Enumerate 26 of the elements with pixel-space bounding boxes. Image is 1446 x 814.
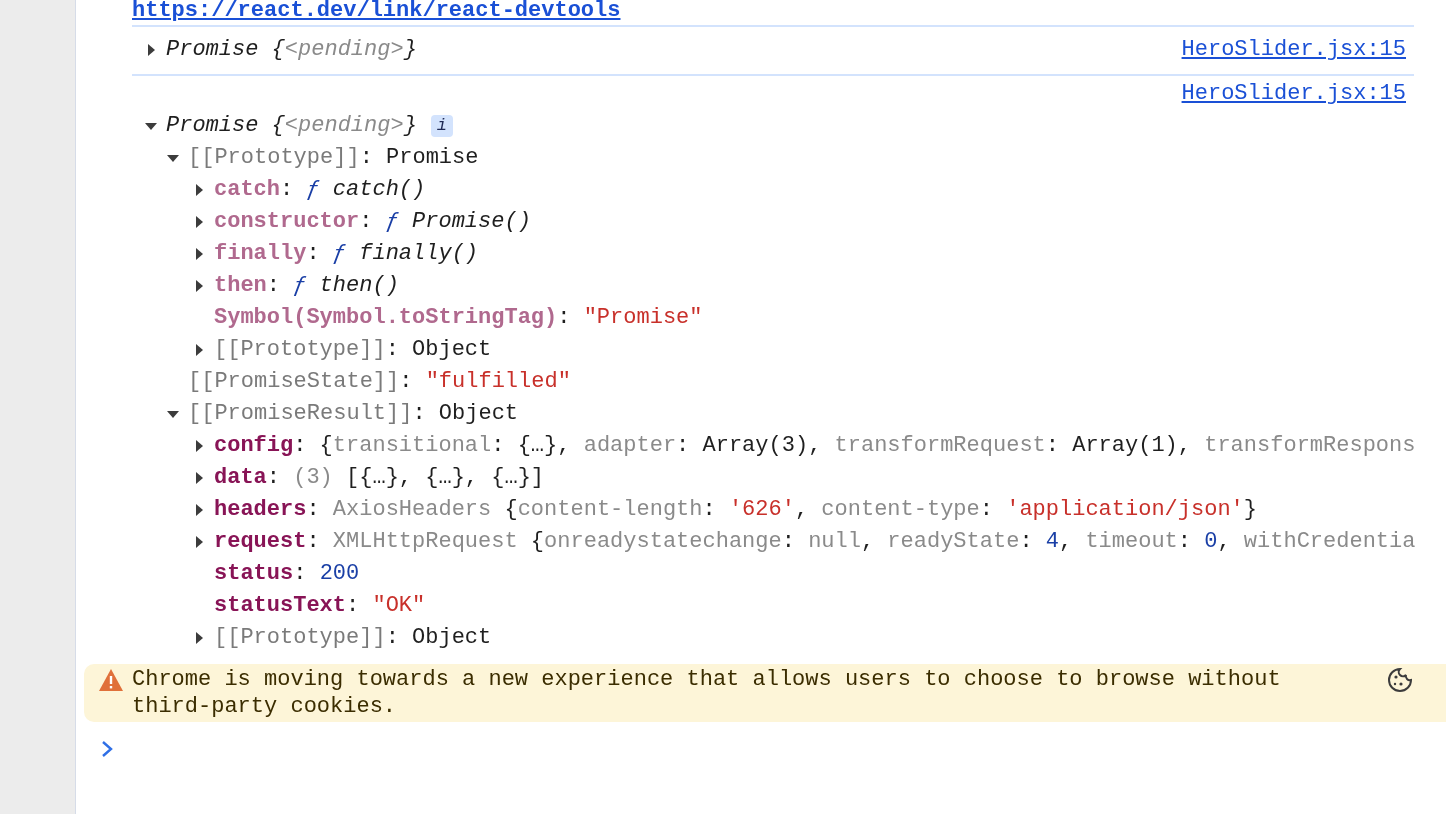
property-text: catch: ƒ catch() [214, 176, 426, 204]
property-text: config: {transitional: {…}, adapter: Array(3), transformRequest: Array(1), transformRespons [214, 432, 1416, 460]
warning-icon [98, 668, 124, 692]
property-text: [[Prototype]]: Object [214, 336, 492, 364]
property-text: [[Prototype]]: Promise [188, 144, 479, 172]
property-text: data: (3) [{…}, {…}, {…}] [214, 464, 545, 492]
property-text: headers: AxiosHeaders {content-length: '626', content-type: 'application/json'} [214, 496, 1258, 524]
property-text: then: ƒ then() [214, 272, 399, 300]
property-text: Symbol(Symbol.toStringTag): "Promise" [214, 304, 703, 332]
warning-message: Chrome is moving towards a new experience that allows users to choose to browse without third-party cookies. [132, 666, 1282, 720]
cookie-icon[interactable] [1386, 666, 1414, 694]
property-text: statusText: "OK" [214, 592, 426, 620]
prompt-icon [100, 740, 114, 758]
property-text: [[Prototype]]: Object [214, 624, 492, 652]
property-text: request: XMLHttpRequest {onreadystatechange: null, readyState: 4, timeout: 0, withCredentia [214, 528, 1416, 556]
object-summary: Promise {<pending>} [166, 36, 417, 64]
object-summary: Promise {<pending>} [166, 112, 417, 140]
source-link[interactable]: HeroSlider.jsx:15 [1181, 78, 1406, 110]
source-link[interactable]: HeroSlider.jsx:15 [1181, 34, 1406, 66]
property-text: status: 200 [214, 560, 360, 588]
property-text: [[PromiseState]]: "fulfilled" [188, 368, 571, 396]
info-badge[interactable]: i [430, 115, 454, 137]
property-text: finally: ƒ finally() [214, 240, 479, 268]
property-text: [[PromiseResult]]: Object [188, 400, 519, 428]
devtools-link[interactable]: https://react.dev/link/react-devtools [132, 0, 621, 23]
property-text: constructor: ƒ Promise() [214, 208, 531, 236]
